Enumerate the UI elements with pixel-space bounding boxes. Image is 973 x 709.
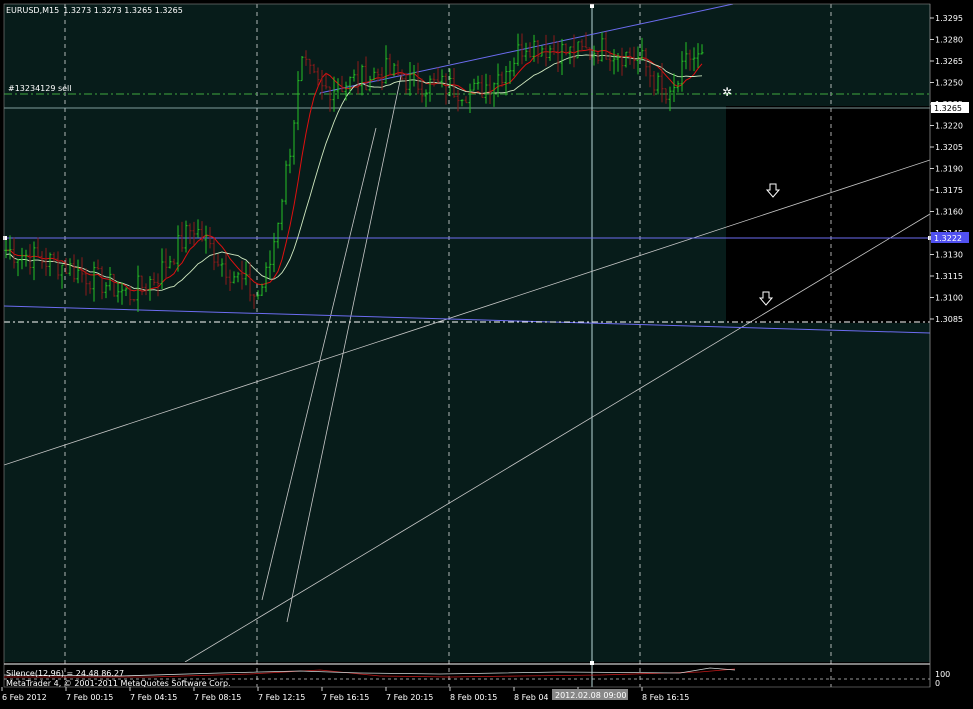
- blue-level-tag: 1.3222: [934, 234, 962, 243]
- time-tag: 2012.02.08 09:00: [555, 691, 626, 700]
- y-tick-label: 1.3265: [935, 57, 963, 66]
- price-chart[interactable]: #13234129 sell ✲ EURUSD,M15 1.3273 1.3273…: [0, 0, 973, 709]
- chart-header: EURUSD,M15 1.3273 1.3273 1.3265 1.3265: [6, 6, 183, 15]
- blue-level-handle-left[interactable]: [3, 236, 7, 240]
- y-tick-label: 1.3100: [935, 294, 963, 303]
- dark-zone: [726, 106, 930, 323]
- y-tick-label: 1.3250: [935, 79, 963, 88]
- x-tick-label: 6 Feb 2012: [2, 693, 47, 702]
- x-tick-label: 7 Feb 08:15: [194, 693, 241, 702]
- x-tick-label: 7 Feb 00:15: [66, 693, 113, 702]
- current-price-tag: 1.3265: [934, 104, 962, 113]
- y-tick-label: 1.3220: [935, 122, 963, 131]
- x-tick-label: 7 Feb 20:15: [386, 693, 433, 702]
- y-tick-label: 1.3115: [935, 272, 963, 281]
- indicator-label: Silence(12,96) = 24.48 86.27: [6, 669, 124, 678]
- y-tick-label: 1.3130: [935, 251, 963, 260]
- order-label: #13234129 sell: [8, 84, 72, 93]
- chart-window[interactable]: #13234129 sell ✲ EURUSD,M15 1.3273 1.3273…: [0, 0, 973, 709]
- y-tick-label: 1.3280: [935, 36, 963, 45]
- y-tick-label: 1.3190: [935, 165, 963, 174]
- x-tick-label: 7 Feb 12:15: [258, 693, 305, 702]
- x-tick-label: 8 Feb 00:15: [450, 693, 497, 702]
- indicator-scale-top: 100: [935, 670, 950, 679]
- x-tick-label: 7 Feb 16:15: [322, 693, 369, 702]
- x-tick-label: 7 Feb 04:15: [130, 693, 177, 702]
- indicator-copyright: MetaTrader 4, © 2001-2011 MetaQuotes Sof…: [6, 679, 231, 688]
- y-tick-label: 1.3175: [935, 186, 963, 195]
- asterisk-icon[interactable]: ✲: [722, 85, 732, 99]
- indicator-scale-bottom: 0: [935, 679, 940, 688]
- y-tick-label: 1.3160: [935, 208, 963, 217]
- x-tick-label: 8 Feb 16:15: [642, 693, 689, 702]
- crosshair-handle-top[interactable]: [590, 4, 594, 8]
- y-axis: 1.32951.32801.32651.32501.32351.32201.32…: [930, 14, 963, 324]
- x-tick-label: 8 Feb 04: [514, 693, 549, 702]
- y-tick-label: 1.3085: [935, 315, 963, 324]
- y-tick-label: 1.3205: [935, 143, 963, 152]
- y-tick-label: 1.3295: [935, 14, 963, 23]
